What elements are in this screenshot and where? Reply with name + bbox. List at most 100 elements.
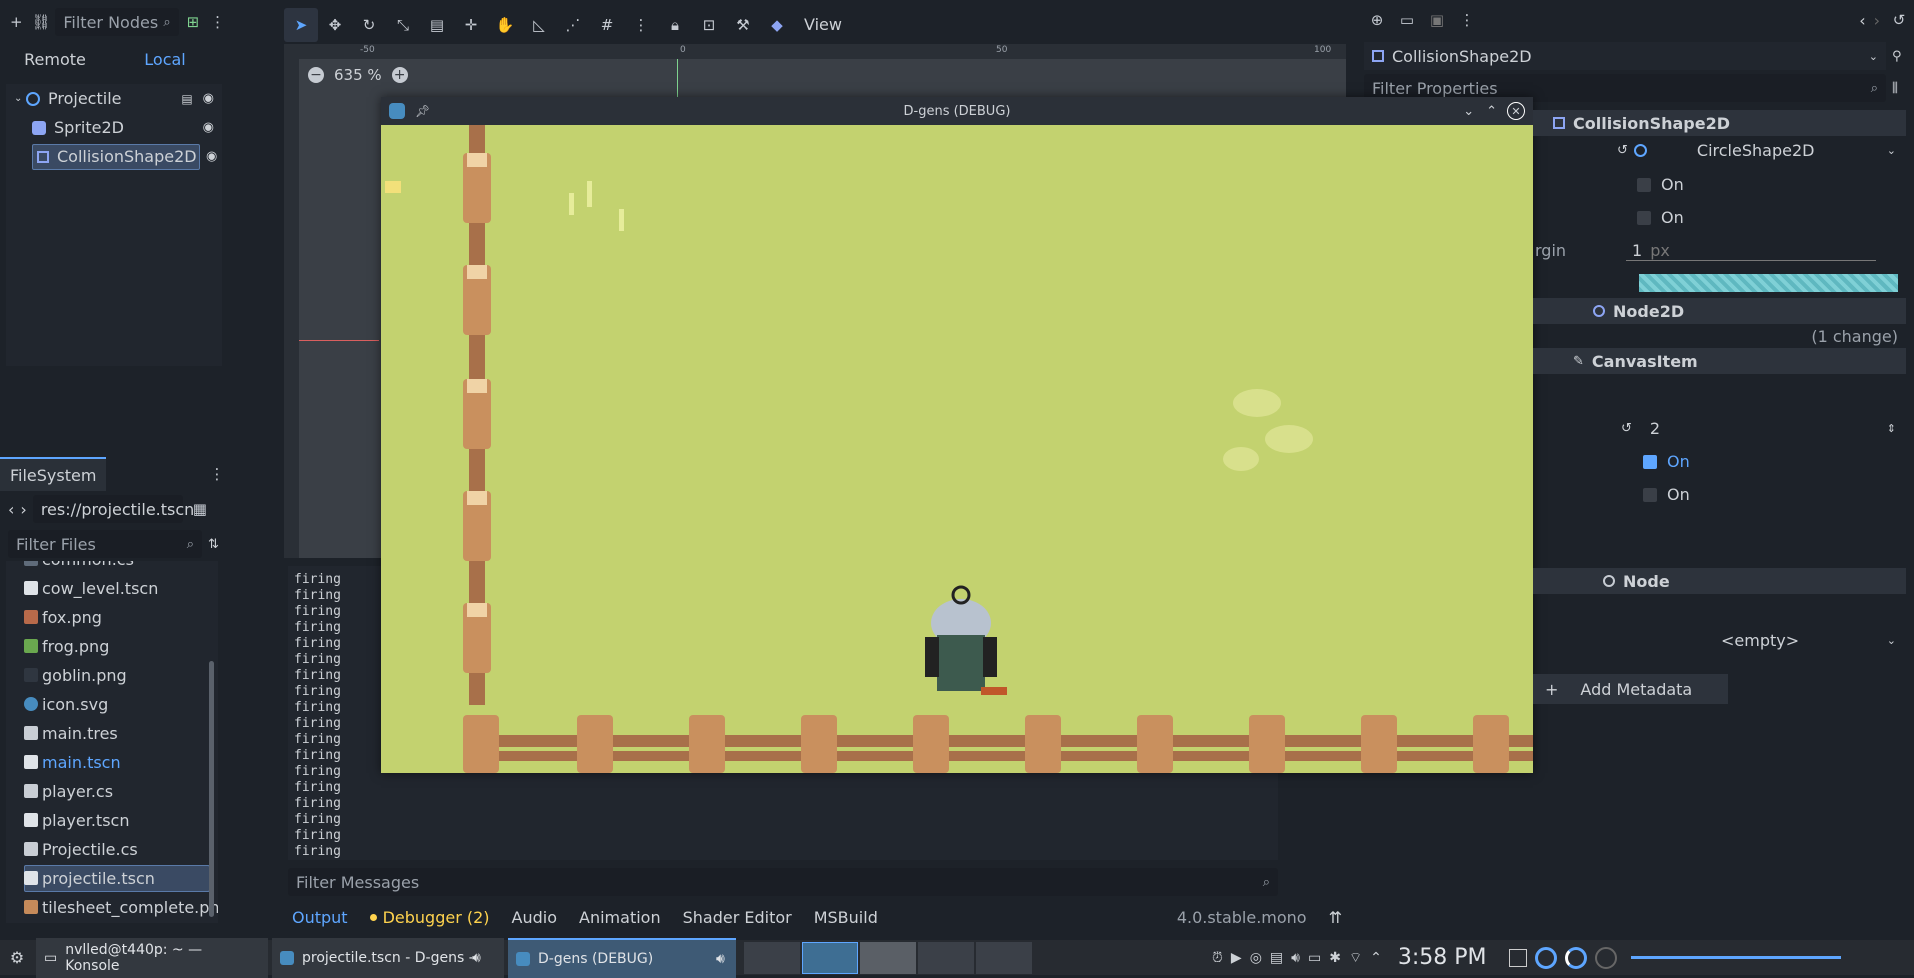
filter-nodes-input[interactable]: Filter Nodes ⌕ (55, 8, 179, 36)
file-item[interactable]: player.cs (6, 777, 218, 806)
game-window[interactable]: 📌︎ D-gens (DEBUG) ⌄ ⌃ ✕ (381, 97, 1533, 773)
zoom-out-icon[interactable]: − (308, 67, 324, 83)
disk-icon[interactable]: ◎ (1250, 950, 1262, 966)
pan-tool-icon[interactable]: ✋ (488, 8, 522, 42)
file-item[interactable]: Projectile.cs (6, 835, 218, 864)
file-item-selected[interactable]: projectile.tscn (6, 864, 218, 893)
select-tool-icon[interactable]: ➤ (284, 8, 318, 42)
battery-icon[interactable]: ▭ (1308, 950, 1321, 966)
docs-icon[interactable]: ⚲ (1892, 49, 1902, 64)
visibility-eye-icon[interactable]: ◉ (203, 91, 214, 106)
clock[interactable]: 3:58 PM (1398, 945, 1487, 970)
tab-local[interactable]: Local (110, 50, 220, 69)
checkbox-checked[interactable] (1643, 454, 1657, 469)
file-item[interactable]: tilesheet_complete.png (6, 893, 218, 922)
add-metadata-button[interactable]: + Add Metadata (1533, 674, 1728, 704)
file-item[interactable]: goblin.png (6, 661, 218, 690)
more-icon[interactable]: ⋮ (207, 11, 228, 33)
file-item[interactable]: icon.svg (6, 690, 218, 719)
revert-icon[interactable]: ↺ (1621, 421, 1632, 436)
skeleton-icon[interactable]: ⚒︎ (726, 8, 760, 42)
app-launcher-icon[interactable]: ⚙︎ (0, 948, 34, 967)
activity-ring-icon[interactable] (1534, 946, 1557, 969)
visibility-eye-icon[interactable]: ◉ (206, 149, 217, 164)
file-item[interactable]: cow_level.tscn (6, 574, 218, 603)
history-back-icon[interactable]: ‹ (1859, 11, 1865, 30)
maximize-icon[interactable]: ⌃ (1486, 104, 1497, 119)
game-canvas[interactable] (381, 125, 1533, 773)
tree-node-projectile[interactable]: ⌄ Projectile ▤ ◉ (6, 84, 222, 113)
task-konsole[interactable]: ▭ nvlled@t440p: ~ — Konsole (36, 937, 268, 978)
activity-ring-icon[interactable] (1564, 946, 1587, 969)
instance-scene-icon[interactable]: ⊞ (183, 11, 204, 33)
node-selector[interactable]: CollisionShape2D ⌄ (1364, 42, 1886, 70)
property-options-icon[interactable]: ⫼ (1892, 81, 1898, 96)
section-node[interactable]: Node (1533, 568, 1906, 594)
tab-msbuild[interactable]: MSBuild (814, 908, 878, 927)
checkbox[interactable] (1637, 210, 1651, 225)
lock-icon[interactable]: 🔒︎ (658, 8, 692, 42)
pivot-tool-icon[interactable]: ✛ (454, 8, 488, 42)
section-collisionshape2d[interactable]: CollisionShape2D (1533, 110, 1906, 136)
rotate-tool-icon[interactable]: ↻ (352, 8, 386, 42)
group-icon[interactable]: ⊡ (692, 8, 726, 42)
smart-snap-icon[interactable]: ⋰ (556, 8, 590, 42)
desktop-5[interactable] (976, 941, 1032, 974)
file-item[interactable]: player.tscn (6, 806, 218, 835)
file-item[interactable]: frog.png (6, 632, 218, 661)
checkbox[interactable] (1643, 487, 1657, 502)
new-resource-icon[interactable]: ⊕ (1366, 9, 1388, 31)
bluetooth-icon[interactable]: ✱ (1329, 950, 1341, 966)
alarm-icon[interactable]: ⏰︎ (1212, 950, 1223, 966)
visibility-eye-icon[interactable]: ◉ (203, 120, 214, 135)
filter-messages-input[interactable]: Filter Messages ⌕ (288, 868, 1278, 896)
tray-expand-icon[interactable]: ⌃ (1370, 950, 1382, 966)
sort-icon[interactable]: ⇅ (208, 537, 219, 552)
clipboard-icon[interactable]: ▤ (1270, 950, 1283, 966)
media-icon[interactable]: ▶ (1231, 950, 1242, 966)
pin-icon[interactable]: 📌︎ (415, 104, 430, 118)
split-view-icon[interactable]: ▦ (189, 498, 211, 520)
more-icon[interactable]: ⋮ (1456, 9, 1478, 31)
filter-files-input[interactable]: Filter Files ⌕ (8, 530, 202, 558)
y-sort-property[interactable]: On (1533, 478, 1906, 511)
tab-audio[interactable]: Audio (512, 908, 557, 927)
one-way-property[interactable]: On (1533, 201, 1906, 234)
more-icon[interactable]: ⋮ (206, 463, 228, 485)
tab-remote[interactable]: Remote (0, 50, 110, 69)
show-desktop-icon[interactable] (1508, 948, 1527, 967)
chevron-down-icon[interactable]: ⌄ (14, 93, 26, 104)
file-item[interactable]: main.tscn (6, 748, 218, 777)
pin-panel-icon[interactable]: ⇈ (1329, 908, 1342, 927)
tab-animation[interactable]: Animation (579, 908, 661, 927)
back-icon[interactable]: ‹ (8, 500, 14, 519)
file-item[interactable]: fox.png (6, 603, 218, 632)
desktop-1[interactable] (744, 941, 800, 974)
task-godot-editor[interactable]: projectile.tscn - D-gens - G... 🔊︎ (272, 937, 504, 978)
scrollbar[interactable] (209, 661, 214, 917)
save-icon[interactable]: ▣ (1426, 9, 1448, 31)
tree-node-collisionshape2d[interactable]: CollisionShape2D ◉ (6, 142, 222, 171)
path-field[interactable]: res://projectile.tscn (32, 495, 194, 523)
tree-node-sprite2d[interactable]: Sprite2D ◉ (6, 113, 222, 142)
wifi-icon[interactable]: ⌔ (1349, 949, 1362, 967)
revert-icon[interactable]: ↺ (1617, 143, 1628, 158)
close-icon[interactable]: ✕ (1507, 102, 1525, 120)
tab-filesystem[interactable]: FileSystem (0, 457, 107, 491)
activity-ring-icon[interactable] (1594, 946, 1617, 969)
section-canvasitem[interactable]: ✎ CanvasItem (1533, 348, 1906, 374)
script-property[interactable]: <empty> ⌄ (1533, 624, 1906, 657)
desktop-4[interactable] (918, 941, 974, 974)
z-index-property[interactable]: ↺ 2 ⇕ (1533, 412, 1906, 445)
grid-snap-icon[interactable]: # (590, 8, 624, 42)
desktop-2[interactable] (802, 941, 858, 974)
ruler-tool-icon[interactable]: ◺ (522, 8, 556, 42)
chevron-down-icon[interactable]: ⌄ (1887, 634, 1896, 647)
one-way-margin-property[interactable]: rgin 1 px (1533, 234, 1906, 267)
zoom-in-icon[interactable]: + (391, 67, 408, 83)
camera-override-icon[interactable]: ◆ (760, 8, 794, 42)
tab-debugger[interactable]: Debugger (2) (369, 908, 490, 927)
open-folder-icon[interactable]: ▭ (1396, 9, 1418, 31)
shape-property[interactable]: ↺ CircleShape2D ⌄ (1533, 134, 1906, 167)
margin-spinbox[interactable]: 1 px (1626, 241, 1877, 261)
